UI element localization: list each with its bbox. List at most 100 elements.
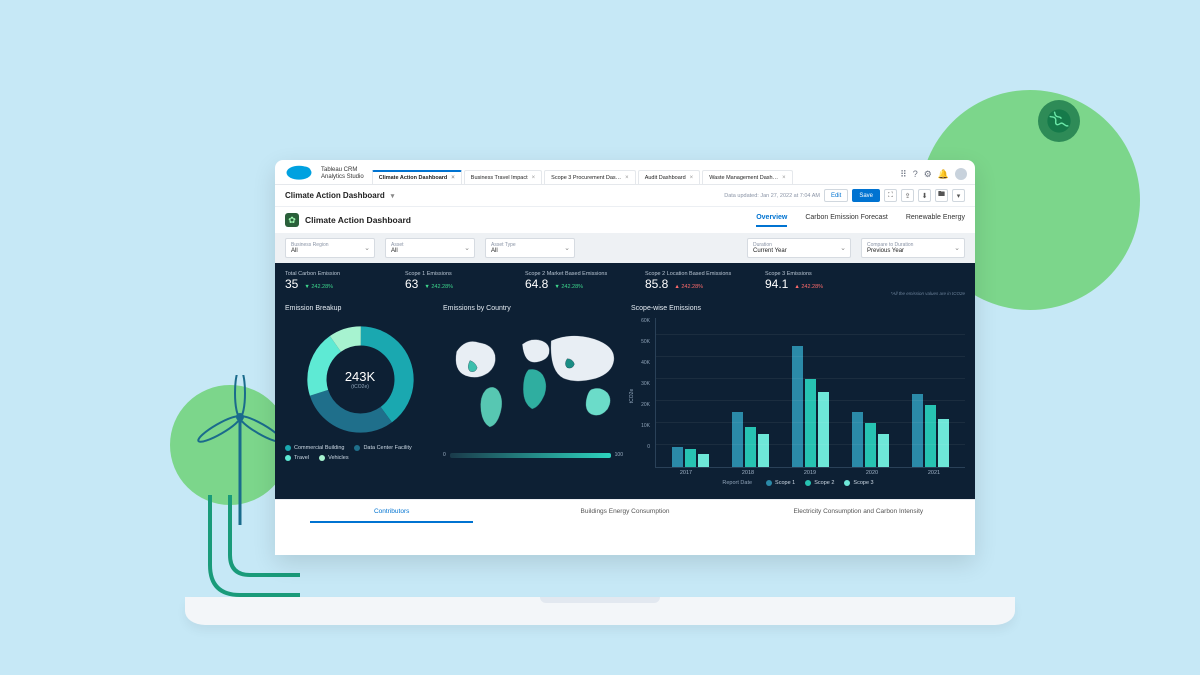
bar [732,412,743,467]
filter-dropdown[interactable]: Business RegionAll⌄ [285,238,375,258]
world-map [443,318,623,448]
leaf-icon: ✿ [285,213,299,227]
kpi-delta: ▲ 242.28% [674,284,703,290]
x-tick: 2021 [928,470,940,476]
tab-label: Scope 3 Procurement Das… [551,175,621,181]
view-tab[interactable]: Carbon Emission Forecast [805,214,887,227]
salesforce-logo-icon [285,163,313,181]
settings-gear-icon[interactable]: ⚙ [924,169,932,180]
workspace-tab[interactable]: Business Travel Impact × [464,170,542,184]
close-icon[interactable]: × [690,175,694,181]
legend-label: Vehicles [328,455,349,461]
legend-swatch-icon [285,455,291,461]
view-tab[interactable]: Renewable Energy [906,214,965,227]
studio-label: Tableau CRMAnalytics Studio [321,167,364,184]
edit-button[interactable]: Edit [824,189,848,202]
donut-center: 243K (tCO2e) [303,322,418,437]
legend-item: Travel [285,455,309,461]
legend-swatch-icon [766,480,772,486]
kpi-card: Scope 3 Emissions94.1▲ 242.28% [765,271,885,291]
workspace-tabs: Climate Action Dashboard×Business Travel… [372,160,900,184]
close-icon[interactable]: × [625,175,629,181]
workspace-tab[interactable]: Waste Management Dash…× [702,170,792,184]
legend-item: Scope 3 [844,480,873,486]
kpi-card: Scope 2 Location Based Emissions85.8▲ 24… [645,271,765,291]
more-menu-icon[interactable]: ▾ [952,189,965,202]
close-icon[interactable]: × [451,175,455,181]
chevron-down-icon: ⌄ [364,244,370,252]
globe-icon [1038,100,1080,142]
share-icon[interactable]: ⇪ [901,189,914,202]
chevron-down-icon: ⌄ [464,244,470,252]
view-tab[interactable]: Overview [756,214,787,227]
filter-dropdown[interactable]: DurationCurrent Year⌄ [747,238,851,258]
bar [912,394,923,467]
fullscreen-icon[interactable]: ⛶ [884,189,897,202]
emissions-by-country-panel: Emissions by Country 0 100 [443,305,623,489]
bar [865,423,876,467]
bar-x-axis: 20172018201920202021 [631,470,965,476]
kpi-delta: ▼ 242.28% [304,284,333,290]
kpi-value: 94.1 [765,277,788,291]
kpi-delta: ▲ 242.28% [794,284,823,290]
legend-item: Scope 2 [805,480,834,486]
bar-x-axis-label: Report Date [722,480,752,486]
filter-value: All [291,248,369,255]
bar [698,454,709,467]
workspace-tab[interactable]: Audit Dashboard × [638,170,701,184]
kpi-value: 85.8 [645,277,668,291]
legend-swatch-icon [844,480,850,486]
tab-label: Business Travel Impact [471,175,528,181]
bar-group [732,412,769,467]
bar [818,392,829,467]
filter-value: Previous Year [867,248,959,255]
donut-legend: Commercial Building Data Center Facility T… [285,445,435,461]
kpi-delta: ▼ 242.28% [554,284,583,290]
bar [925,405,936,467]
filter-value: All [391,248,469,255]
bar-chart-title: Scope-wise Emissions [631,305,965,312]
close-icon[interactable]: × [532,175,536,181]
legend-label: Scope 2 [814,480,834,486]
bar-chart: tCO2e 60K50K40K30K20K10K0 [631,318,965,468]
bar [758,434,769,467]
legend-label: Scope 3 [853,480,873,486]
bar-group [912,394,949,467]
app-window: Tableau CRMAnalytics Studio Climate Acti… [275,160,975,555]
filter-dropdown[interactable]: Compare to DurationPrevious Year⌄ [861,238,965,258]
bottom-tab[interactable]: Contributors [275,500,508,523]
apps-icon[interactable]: ⠿ [900,169,907,180]
kpi-footnote: *All the emission values are in tCO2e [891,291,965,296]
workspace-tab[interactable]: Scope 3 Procurement Das… × [544,170,636,184]
bottom-tabs: ContributorsBuildings Energy Consumption… [275,499,975,523]
bar [685,449,696,467]
bar-group [792,346,829,467]
bar [672,447,683,467]
bottom-tab[interactable]: Electricity Consumption and Carbon Inten… [742,500,975,523]
emission-breakup-title: Emission Breakup [285,305,435,312]
download-icon[interactable]: ⬇ [918,189,931,202]
legend-label: Commercial Building [294,445,344,451]
notifications-bell-icon[interactable]: 🔔 [938,169,949,180]
kpi-card: Scope 1 Emissions63▼ 242.28% [405,271,525,291]
filter-dropdown[interactable]: Asset TypeAll⌄ [485,238,575,258]
sub-bar: Climate Action Dashboard ▾ Data updated:… [275,185,975,207]
x-tick: 2018 [742,470,754,476]
legend-item: Data Center Facility [354,445,411,451]
folder-icon[interactable]: 🖿 [935,189,948,202]
close-icon[interactable]: × [782,175,786,181]
chevron-down-icon: ⌄ [564,244,570,252]
kpi-value: 63 [405,277,418,291]
filter-dropdown[interactable]: AssetAll⌄ [385,238,475,258]
page-title: Climate Action Dashboard [285,191,385,200]
help-icon[interactable]: ? [913,169,918,179]
user-avatar-icon[interactable] [955,168,967,180]
legend-swatch-icon [285,445,291,451]
workspace-tab[interactable]: Climate Action Dashboard× [372,170,462,184]
save-button[interactable]: Save [852,189,880,202]
page-title-dropdown-icon[interactable]: ▾ [391,192,395,200]
bar [938,419,949,467]
legend-label: Scope 1 [775,480,795,486]
bottom-tab[interactable]: Buildings Energy Consumption [508,500,741,523]
tab-label: Audit Dashboard [645,175,686,181]
